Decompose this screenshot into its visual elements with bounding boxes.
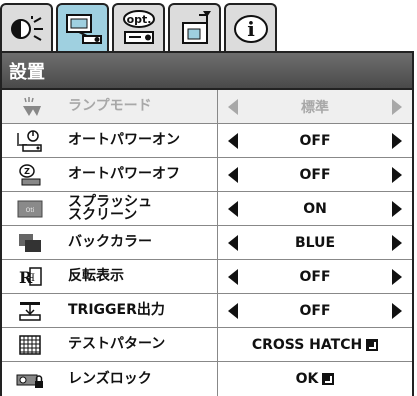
tab-input[interactable] (168, 3, 221, 52)
background-color-icon (2, 226, 58, 259)
left-arrow-icon[interactable] (228, 268, 238, 285)
setting-value: ON (303, 200, 327, 217)
test-pattern-icon (2, 328, 58, 361)
setting-row-lens-lock[interactable]: レンズロック OK (2, 362, 412, 396)
background-color-selector[interactable]: BLUE (217, 226, 412, 259)
input-icon (181, 10, 211, 44)
right-arrow-icon[interactable] (392, 302, 402, 319)
svg-text:R: R (27, 273, 35, 284)
setting-label: ランプモード (68, 98, 152, 114)
setting-value: OFF (299, 132, 331, 149)
tab-options[interactable]: opt. (112, 3, 165, 52)
lamp-mode-selector: 標準 (217, 90, 412, 123)
setting-row-auto-power-off[interactable]: Z オートパワーオフ OFF (2, 158, 412, 192)
lens-lock-icon (2, 362, 58, 396)
setting-row-auto-power-on[interactable]: オートパワーオン OFF (2, 124, 412, 158)
left-arrow-icon[interactable] (228, 234, 238, 251)
setting-label: バックカラー (68, 234, 152, 250)
enter-icon (366, 338, 379, 351)
setting-value: OFF (299, 302, 331, 319)
setting-label: レンズロック (68, 370, 152, 387)
options-icon: opt. (122, 9, 155, 44)
trigger-output-selector[interactable]: OFF (217, 294, 412, 327)
lens-lock-button[interactable]: OK (217, 362, 412, 396)
left-arrow-icon[interactable] (228, 302, 238, 319)
trigger-output-icon (2, 294, 58, 327)
lamp-mode-icon (2, 90, 58, 123)
svg-text:Oti: Oti (26, 207, 35, 214)
setting-row-splash-screen[interactable]: Oti スプラッシュ スクリーン ON (2, 192, 412, 226)
test-pattern-button[interactable]: CROSS HATCH (217, 328, 412, 361)
setting-row-background-color[interactable]: バックカラー BLUE (2, 226, 412, 260)
right-arrow-icon[interactable] (392, 200, 402, 217)
setting-row-lamp-mode: ランプモード 標準 (2, 90, 412, 124)
setting-label: オートパワーオフ (68, 166, 180, 182)
setting-row-trigger-output[interactable]: TRIGGER出力 OFF (2, 294, 412, 328)
splash-screen-selector[interactable]: ON (217, 192, 412, 225)
right-arrow-icon[interactable] (392, 234, 402, 251)
tab-setup[interactable] (56, 3, 109, 52)
right-arrow-icon[interactable] (392, 132, 402, 149)
page-title: 設置 (2, 53, 412, 90)
image-flip-selector[interactable]: OFF (217, 260, 412, 293)
tab-picture-adjust[interactable] (0, 3, 53, 52)
picture-adjust-icon (10, 15, 43, 41)
setting-label: テストパターン (68, 336, 166, 352)
auto-power-on-icon (2, 124, 58, 157)
right-arrow-icon[interactable] (392, 268, 402, 285)
splash-screen-icon: Oti (2, 192, 58, 225)
setting-value: OFF (299, 166, 331, 183)
options-tab-label: opt. (126, 13, 151, 26)
tab-bar: opt. i (0, 0, 417, 52)
setting-value: OK (295, 371, 319, 387)
setting-label: オートパワーオン (68, 132, 180, 148)
info-tab-label: i (247, 17, 255, 41)
info-icon: i (233, 14, 268, 43)
left-arrow-icon (228, 98, 238, 115)
setup-icon (65, 13, 102, 44)
left-arrow-icon[interactable] (228, 200, 238, 217)
setting-row-image-flip[interactable]: R R 反転表示 OFF (2, 260, 412, 294)
setting-label: TRIGGER出力 (68, 302, 165, 318)
auto-power-on-selector[interactable]: OFF (217, 124, 412, 157)
setting-value: 標準 (301, 99, 329, 116)
setting-value: BLUE (294, 234, 336, 251)
tab-info[interactable]: i (224, 3, 277, 52)
projector-menu: opt. i 設置 ランプモード 標準 オートパワーオン OFF Z オートパワ… (0, 0, 417, 396)
setting-value: OFF (299, 268, 331, 285)
svg-text:Z: Z (24, 167, 30, 176)
settings-list: ランプモード 標準 オートパワーオン OFF Z オートパワーオフ OFF Ot… (2, 90, 412, 396)
left-arrow-icon[interactable] (228, 166, 238, 183)
enter-icon (322, 373, 335, 385)
image-flip-icon: R R (2, 260, 58, 293)
setting-label: スプラッシュ スクリーン (68, 193, 152, 223)
setup-panel: 設置 ランプモード 標準 オートパワーオン OFF Z オートパワーオフ OFF… (0, 51, 414, 396)
setting-row-test-pattern[interactable]: テストパターン CROSS HATCH (2, 328, 412, 362)
setting-label: 反転表示 (68, 268, 124, 284)
left-arrow-icon[interactable] (228, 132, 238, 149)
auto-power-off-selector[interactable]: OFF (217, 158, 412, 191)
auto-power-off-icon: Z (2, 158, 58, 191)
right-arrow-icon (392, 98, 402, 115)
setting-value: CROSS HATCH (251, 336, 363, 353)
right-arrow-icon[interactable] (392, 166, 402, 183)
